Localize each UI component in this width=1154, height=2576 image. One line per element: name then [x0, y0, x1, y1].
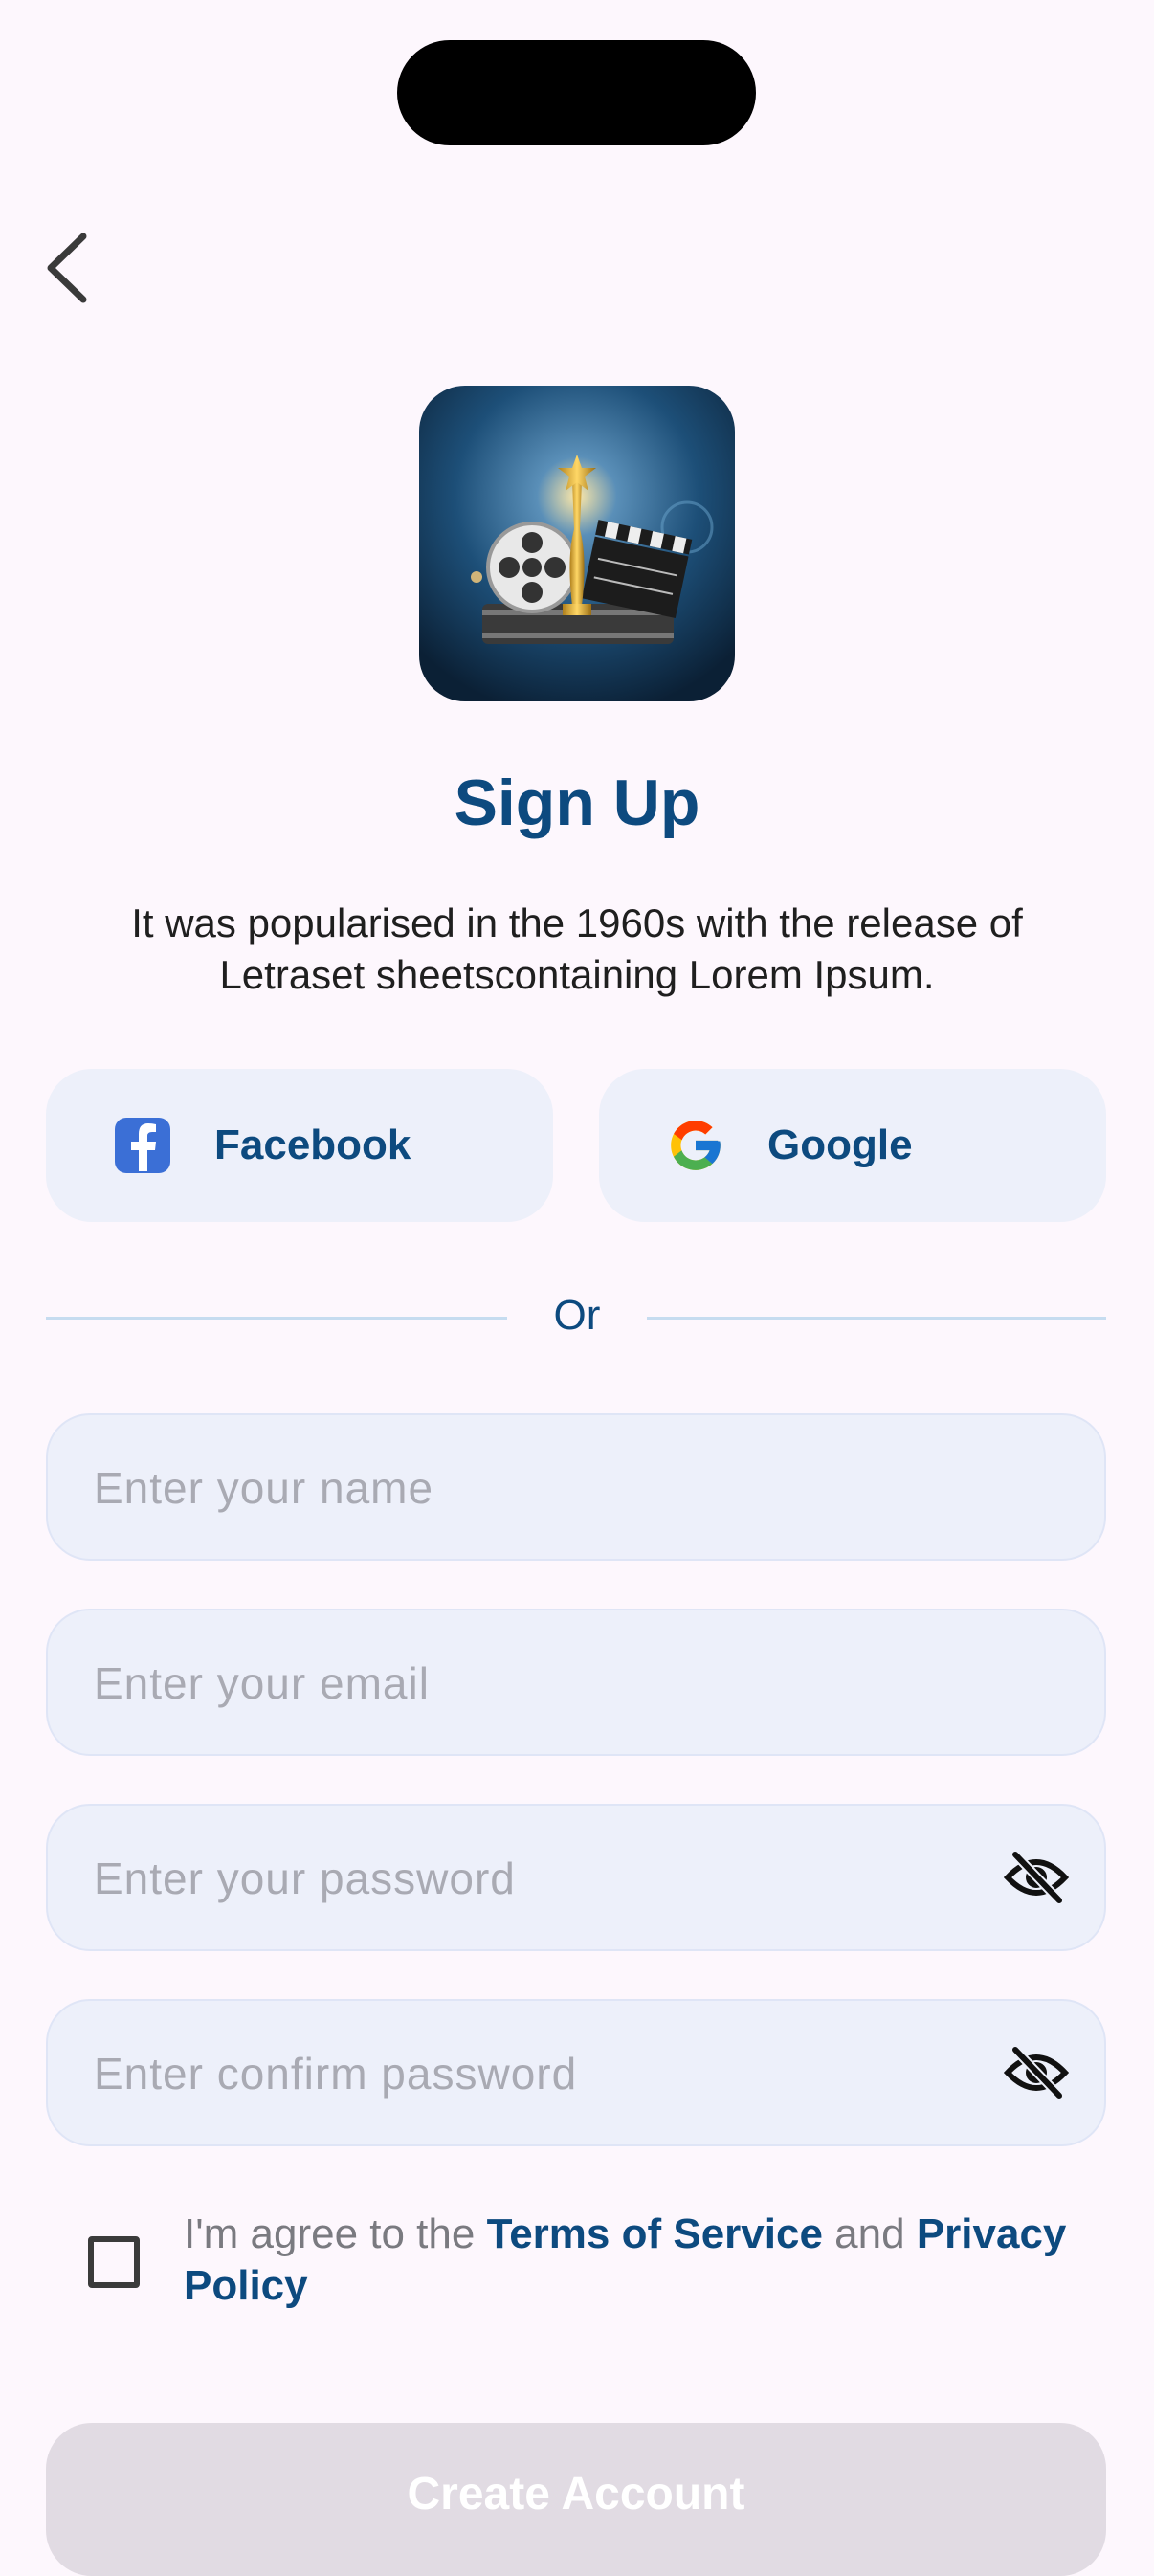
confirm-password-input[interactable] [92, 2001, 957, 2146]
divider-line-left [46, 1317, 507, 1320]
terms-of-service-link[interactable]: Terms of Service [487, 2210, 823, 2257]
name-field [46, 1413, 1106, 1561]
page-subtitle: It was popularised in the 1960s with the… [131, 900, 1023, 997]
email-field [46, 1609, 1106, 1756]
google-icon [666, 1116, 725, 1175]
terms-prefix: I'm agree to the [184, 2210, 487, 2257]
page-title: Sign Up [454, 766, 700, 839]
eye-off-icon [1004, 2046, 1069, 2099]
terms-checkbox[interactable] [88, 2236, 140, 2288]
google-button-label: Google [767, 1121, 913, 1168]
name-input[interactable] [92, 1415, 957, 1561]
create-account-button[interactable]: Create Account [46, 2423, 1106, 2576]
google-button[interactable]: Google [599, 1069, 1106, 1222]
facebook-icon [113, 1116, 172, 1175]
confirm-password-field [46, 1999, 1106, 2146]
email-input[interactable] [92, 1610, 957, 1756]
chevron-left-icon [47, 233, 87, 303]
facebook-button-label: Facebook [214, 1121, 411, 1168]
confirm-password-visibility-toggle[interactable] [1003, 2044, 1070, 2101]
facebook-button[interactable]: Facebook [46, 1069, 553, 1222]
back-button[interactable] [27, 215, 113, 321]
terms-middle: and [822, 2210, 917, 2257]
divider-label: Or [553, 1292, 601, 1339]
app-logo [419, 386, 735, 701]
password-field [46, 1804, 1106, 1951]
terms-text: I'm agree to the Terms of Service and Pr… [184, 2209, 1102, 2312]
camera-notch [397, 40, 756, 145]
password-visibility-toggle[interactable] [1003, 1849, 1070, 1906]
cinema-logo-icon [419, 386, 735, 701]
divider-line-right [647, 1317, 1106, 1320]
password-input[interactable] [92, 1806, 957, 1951]
eye-off-icon [1004, 1851, 1069, 1904]
